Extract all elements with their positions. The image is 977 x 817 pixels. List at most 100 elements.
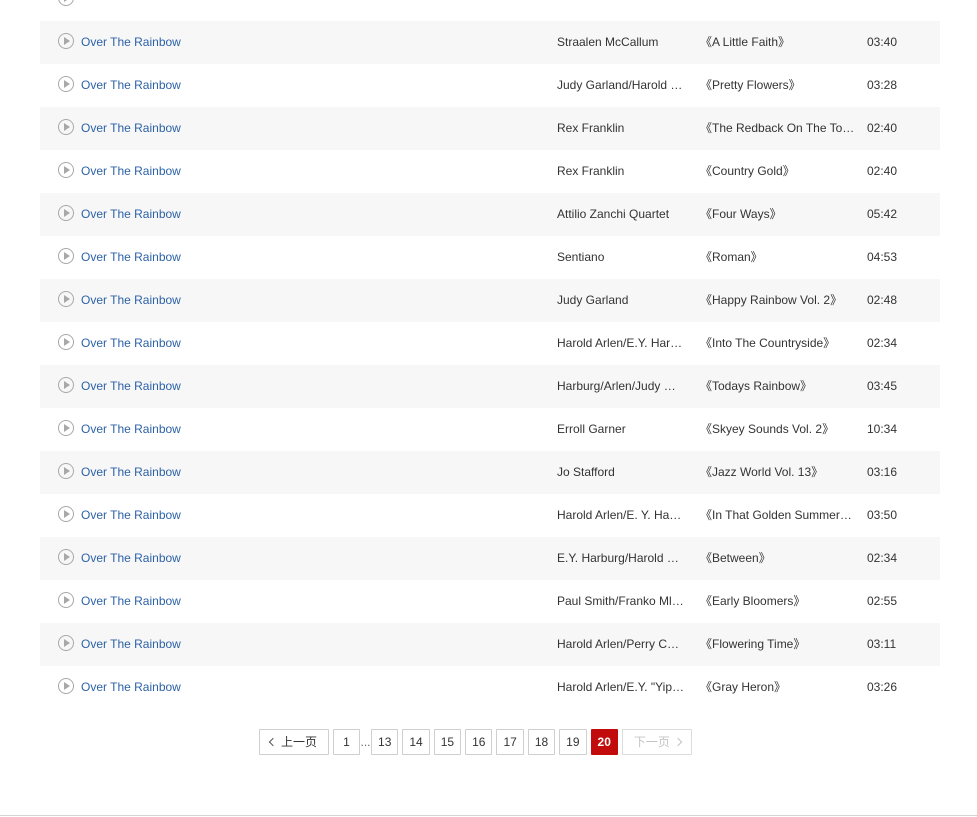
prev-page-label: 上一页	[281, 735, 318, 749]
song-singer-link[interactable]: Judy Garland	[557, 279, 687, 322]
page-13-button[interactable]: 13	[371, 729, 399, 755]
song-title-link[interactable]: Over The Rainbow	[81, 21, 181, 64]
play-icon[interactable]	[58, 248, 74, 264]
song-duration: 03:45	[867, 379, 898, 393]
song-title-link[interactable]: Over The Rainbow	[81, 537, 181, 580]
page-18-button[interactable]: 18	[527, 729, 556, 755]
song-singer-link[interactable]: Attilio Zanchi Quartet	[557, 193, 687, 236]
song-duration: 05:42	[867, 207, 898, 221]
song-album-link[interactable]: 《Country Gold》	[700, 150, 855, 193]
play-icon[interactable]	[58, 33, 74, 49]
song-row: Over The Rainbow Judy Garland/Harold … 《…	[40, 64, 940, 107]
song-singer-link[interactable]: E.Y. Harburg/Harold …	[557, 537, 687, 580]
song-singer-link[interactable]: Rex Franklin	[557, 107, 687, 150]
song-row: Over The Rainbow Straalen McCallum 《A Li…	[40, 21, 940, 64]
pagination: 上一页 1 ... 13 14 15 16 17 18 19 20 下一页	[259, 729, 696, 755]
song-album-link[interactable]: 《Into The Countryside》	[700, 322, 855, 365]
song-album-link[interactable]: 《Flowering Time》	[700, 623, 855, 666]
song-duration: 03:11	[867, 637, 897, 651]
song-singer-link[interactable]: Straalen McCallum	[557, 21, 687, 64]
play-icon[interactable]	[58, 678, 74, 694]
song-singer-link[interactable]: Paul Smith/Franko Ml…	[557, 580, 687, 623]
song-album-link[interactable]: 《The Redback On The To…	[700, 107, 855, 150]
play-icon[interactable]	[58, 162, 74, 178]
play-icon[interactable]	[58, 205, 74, 221]
song-album-link[interactable]: 《A Little Faith》	[700, 21, 855, 64]
next-page-label: 下一页	[633, 735, 670, 749]
page-14-button[interactable]: 14	[402, 729, 430, 755]
play-icon[interactable]	[58, 635, 74, 651]
song-singer-link[interactable]: Harold Arlen/Perry C…	[557, 623, 687, 666]
song-singer-link[interactable]: Rex Franklin	[557, 150, 687, 193]
song-title-link[interactable]: Over The Rainbow	[81, 107, 181, 150]
play-icon[interactable]	[58, 119, 74, 135]
song-title-link[interactable]: Over The Rainbow	[81, 365, 181, 408]
page-16-button[interactable]: 16	[465, 729, 493, 755]
song-singer-link[interactable]: Harburg/Arlen/Judy …	[557, 365, 687, 408]
play-icon[interactable]	[58, 76, 74, 92]
song-duration: 03:16	[867, 465, 898, 479]
song-singer-link[interactable]: Sentiano	[557, 236, 687, 279]
song-title-link[interactable]: Over The Rainbow	[81, 193, 181, 236]
song-duration: 02:40	[867, 164, 898, 178]
song-album-link[interactable]: 《Pretty Flowers》	[700, 64, 855, 107]
footer-divider	[0, 815, 977, 816]
song-album-link[interactable]: 《In That Golden Summer…	[700, 494, 855, 537]
play-icon[interactable]	[58, 506, 74, 522]
song-list: Over The Rainbow Straalen McCallum 《A Li…	[40, 0, 940, 709]
song-duration: 03:28	[867, 78, 898, 92]
page-number-list: 13 14 15 16 17 18 19	[371, 729, 591, 755]
song-album-link[interactable]: 《Roman》	[700, 236, 855, 279]
play-icon[interactable]	[58, 463, 74, 479]
song-title-link[interactable]: Over The Rainbow	[81, 322, 181, 365]
chevron-left-icon	[268, 737, 278, 747]
song-album-link[interactable]: 《Four Ways》	[700, 193, 855, 236]
play-icon[interactable]	[58, 377, 74, 393]
song-row: Over The Rainbow Sentiano 《Roman》 04:53	[40, 236, 940, 279]
song-album-link[interactable]: 《Gray Heron》	[700, 666, 855, 709]
song-row: Over The Rainbow Erroll Garner 《Skyey So…	[40, 408, 940, 451]
song-title-link[interactable]: Over The Rainbow	[81, 279, 181, 322]
song-title-link[interactable]: Over The Rainbow	[81, 494, 181, 537]
song-duration: 02:34	[867, 336, 898, 350]
page-1-button[interactable]: 1	[333, 729, 361, 755]
song-title-link[interactable]: Over The Rainbow	[81, 451, 181, 494]
play-icon[interactable]	[58, 334, 74, 350]
song-row: Over The Rainbow E.Y. Harburg/Harold … 《…	[40, 537, 940, 580]
song-title-link[interactable]: Over The Rainbow	[81, 580, 181, 623]
song-title-link[interactable]: Over The Rainbow	[81, 150, 181, 193]
next-page-button[interactable]: 下一页	[621, 729, 692, 755]
song-row	[40, 0, 940, 21]
play-icon[interactable]	[58, 0, 74, 6]
song-singer-link[interactable]: Judy Garland/Harold …	[557, 64, 687, 107]
song-duration: 02:34	[867, 551, 898, 565]
current-page-button[interactable]: 20	[590, 729, 618, 755]
page-17-button[interactable]: 17	[496, 729, 524, 755]
chevron-right-icon	[673, 737, 683, 747]
song-album-link[interactable]: 《Todays Rainbow》	[700, 365, 855, 408]
play-icon[interactable]	[58, 592, 74, 608]
song-title-link[interactable]: Over The Rainbow	[81, 64, 181, 107]
play-icon[interactable]	[58, 291, 74, 307]
song-album-link[interactable]: 《Between》	[700, 537, 855, 580]
song-album-link[interactable]: 《Skyey Sounds Vol. 2》	[700, 408, 855, 451]
play-icon[interactable]	[58, 420, 74, 436]
song-title-link[interactable]: Over The Rainbow	[81, 666, 181, 709]
song-singer-link[interactable]: Harold Arlen/E.Y. Har…	[557, 322, 687, 365]
song-title-link[interactable]: Over The Rainbow	[81, 408, 181, 451]
song-singer-link[interactable]: Jo Stafford	[557, 451, 687, 494]
song-album-link[interactable]: 《Jazz World Vol. 13》	[700, 451, 855, 494]
page-15-button[interactable]: 15	[433, 729, 462, 755]
song-duration: 02:55	[867, 594, 898, 608]
song-title-link[interactable]: Over The Rainbow	[81, 236, 181, 279]
prev-page-button[interactable]: 上一页	[259, 729, 330, 755]
song-album-link[interactable]: 《Happy Rainbow Vol. 2》	[700, 279, 855, 322]
song-title-link[interactable]: Over The Rainbow	[81, 623, 181, 666]
song-album-link[interactable]: 《Early Bloomers》	[700, 580, 855, 623]
song-singer-link[interactable]: Harold Arlen/E.Y. "Yip…	[557, 666, 687, 709]
song-duration: 03:40	[867, 35, 898, 49]
play-icon[interactable]	[58, 549, 74, 565]
song-singer-link[interactable]: Erroll Garner	[557, 408, 687, 451]
page-19-button[interactable]: 19	[559, 729, 587, 755]
song-singer-link[interactable]: Harold Arlen/E. Y. Ha…	[557, 494, 687, 537]
